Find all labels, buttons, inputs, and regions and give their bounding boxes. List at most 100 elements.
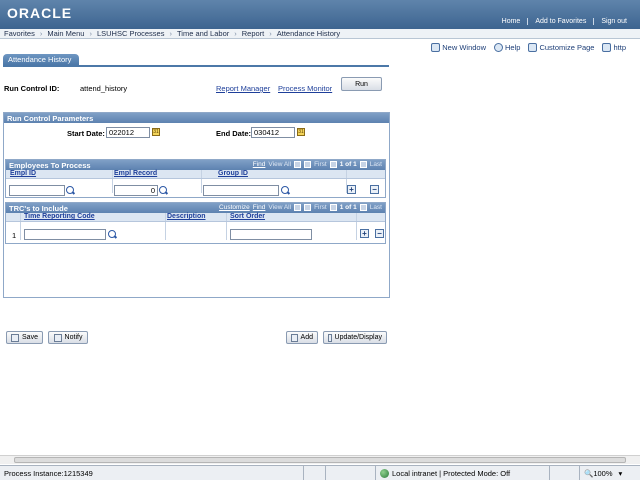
sign-out-link[interactable]: Sign out bbox=[593, 18, 634, 25]
oracle-logo: ORACLE bbox=[7, 5, 73, 21]
nav-favorites[interactable]: Favorites bbox=[0, 29, 39, 38]
employees-add-row-button[interactable]: + bbox=[347, 185, 356, 194]
nav-report[interactable]: Report bbox=[238, 29, 269, 38]
globe-icon bbox=[380, 468, 389, 478]
update-display-button[interactable]: Update/Display bbox=[323, 331, 387, 344]
help-icon bbox=[494, 43, 504, 52]
col-time-reporting-code[interactable]: Time Reporting Code bbox=[24, 213, 95, 220]
zoom-value: 100% bbox=[593, 468, 613, 478]
add-to-favorites-link[interactable]: Add to Favorites bbox=[527, 18, 593, 25]
start-date-input[interactable]: 022012 bbox=[106, 127, 150, 138]
col-group-id[interactable]: Group ID bbox=[218, 170, 248, 177]
header-links: Home Add to Favorites Sign out bbox=[495, 18, 634, 25]
nav-lsuhsc-processes[interactable]: LSUHSC Processes bbox=[93, 29, 169, 38]
start-date-calendar-icon[interactable]: 31 bbox=[152, 128, 160, 136]
add-icon bbox=[291, 333, 298, 342]
employees-grid-nav: Find View All First 1 of 1 Last bbox=[253, 161, 382, 168]
tab-attendance-history[interactable]: Attendance History bbox=[3, 54, 79, 65]
empl-id-input[interactable] bbox=[9, 185, 65, 196]
trc-first: First bbox=[314, 204, 327, 211]
employees-view-all: View All bbox=[268, 161, 292, 168]
column-divider bbox=[165, 213, 166, 221]
save-button[interactable]: Save bbox=[6, 331, 43, 344]
end-date-input[interactable]: 030412 bbox=[251, 127, 295, 138]
report-manager-link[interactable]: Report Manager bbox=[216, 84, 270, 93]
status-zone-text: Local intranet | Protected Mode: Off bbox=[392, 468, 511, 478]
oracle-banner: ORACLE Home Add to Favorites Sign out bbox=[0, 0, 640, 29]
status-zone: Local intranet | Protected Mode: Off bbox=[376, 466, 550, 480]
magnifier-icon: 🔍 bbox=[584, 468, 594, 478]
process-monitor-link[interactable]: Process Monitor bbox=[278, 84, 332, 93]
trc-grid-title: TRC's to Include bbox=[9, 204, 68, 213]
grid-download-icon[interactable] bbox=[304, 204, 312, 211]
notify-button[interactable]: Notify bbox=[48, 331, 88, 344]
column-divider bbox=[226, 222, 227, 240]
run-button[interactable]: Run bbox=[341, 77, 382, 91]
employees-last: Last bbox=[369, 161, 382, 168]
nav-main-menu[interactable]: Main Menu bbox=[43, 29, 88, 38]
trc-customize-link[interactable]: Customize bbox=[219, 204, 250, 211]
column-divider bbox=[356, 213, 357, 221]
http-label: http bbox=[613, 43, 626, 52]
grid-download-icon[interactable] bbox=[304, 161, 312, 168]
new-window-link[interactable]: New Window bbox=[431, 43, 486, 52]
protected-mode-icon[interactable] bbox=[550, 466, 580, 480]
update-display-icon bbox=[328, 333, 332, 342]
notify-label: Notify bbox=[64, 334, 83, 341]
group-id-lookup-icon[interactable] bbox=[281, 186, 290, 195]
http-icon bbox=[602, 43, 612, 52]
empl-record-lookup-icon[interactable] bbox=[159, 186, 168, 195]
grid-popup-icon[interactable] bbox=[294, 204, 302, 211]
customize-icon bbox=[528, 43, 538, 52]
prev-arrow-icon bbox=[329, 161, 337, 168]
customize-page-link[interactable]: Customize Page bbox=[528, 43, 594, 52]
col-description[interactable]: Description bbox=[167, 213, 206, 220]
scrollbar-thumb[interactable] bbox=[14, 457, 626, 463]
help-label: Help bbox=[505, 43, 521, 52]
end-date-calendar-icon[interactable]: 31 bbox=[297, 128, 305, 136]
add-button[interactable]: Add bbox=[286, 331, 318, 344]
http-link[interactable]: http bbox=[602, 43, 626, 52]
browser-status-bar: Process Instance:1215349 Local intranet … bbox=[0, 465, 640, 480]
horizontal-scrollbar[interactable] bbox=[0, 455, 640, 464]
home-link[interactable]: Home bbox=[495, 18, 528, 25]
notify-icon bbox=[53, 333, 62, 342]
trc-code-input[interactable] bbox=[24, 229, 106, 240]
employees-find-link[interactable]: Find bbox=[253, 161, 266, 168]
col-empl-id[interactable]: Empl ID bbox=[10, 170, 36, 177]
trc-lookup-icon[interactable] bbox=[108, 230, 117, 239]
empl-id-lookup-icon[interactable] bbox=[66, 186, 75, 195]
status-process-instance: Process Instance:1215349 bbox=[0, 466, 304, 480]
start-date-label: Start Date: bbox=[67, 129, 105, 138]
trc-delete-row-button[interactable]: − bbox=[375, 229, 384, 238]
chevron-down-icon: ▾ bbox=[618, 468, 623, 478]
zoom-level[interactable]: 🔍 100% ▾ bbox=[580, 466, 640, 480]
trc-view-all: View All bbox=[268, 204, 292, 211]
col-empl-record[interactable]: Empl Record bbox=[114, 170, 157, 177]
grid-popup-icon[interactable] bbox=[294, 161, 302, 168]
nav-attendance-history[interactable]: Attendance History bbox=[273, 29, 344, 38]
menu-navigation: Favorites › Main Menu › LSUHSC Processes › … bbox=[0, 29, 640, 39]
column-divider bbox=[20, 222, 21, 240]
sort-order-input[interactable] bbox=[230, 229, 312, 240]
trc-grid-nav: Customize Find View All First 1 of 1 Las… bbox=[219, 204, 382, 211]
trc-find-link[interactable]: Find bbox=[253, 204, 266, 211]
col-sort-order[interactable]: Sort Order bbox=[230, 213, 265, 220]
status-blank-cell bbox=[304, 466, 326, 480]
nav-time-and-labor[interactable]: Time and Labor bbox=[173, 29, 233, 38]
employees-delete-row-button[interactable]: − bbox=[370, 185, 379, 194]
column-divider bbox=[112, 170, 113, 178]
save-label: Save bbox=[22, 334, 38, 341]
help-link[interactable]: Help bbox=[494, 43, 520, 52]
next-arrow-icon bbox=[359, 161, 367, 168]
status-blank-cell bbox=[326, 466, 376, 480]
update-display-label: Update/Display bbox=[334, 334, 382, 341]
trc-add-row-button[interactable]: + bbox=[360, 229, 369, 238]
trc-row-number: 1 bbox=[12, 231, 17, 240]
column-divider bbox=[201, 179, 202, 193]
empl-record-input[interactable]: 0 bbox=[114, 185, 158, 196]
column-divider bbox=[226, 213, 227, 221]
column-divider bbox=[165, 222, 166, 240]
column-divider bbox=[346, 170, 347, 178]
group-id-input[interactable] bbox=[203, 185, 279, 196]
